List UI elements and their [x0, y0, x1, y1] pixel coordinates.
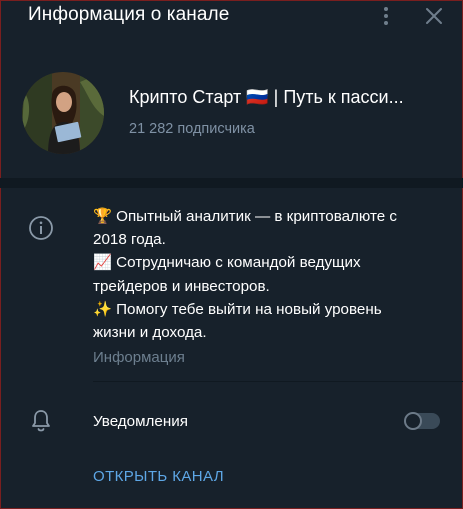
open-channel-button[interactable]: ОТКРЫТЬ КАНАЛ — [93, 468, 224, 485]
channel-name: Крипто Старт 🇷🇺 | Путь к пасси... — [129, 87, 404, 107]
subscriber-count: 21 282 подписчика — [129, 121, 255, 137]
info-icon — [28, 215, 54, 241]
notifications-toggle[interactable] — [404, 412, 440, 430]
panel-title: Информация о канале — [28, 4, 230, 25]
description-line: 🏆 Опытный аналитик — в криптовалюте с — [93, 208, 398, 225]
bell-icon — [30, 408, 52, 434]
close-icon[interactable] — [424, 6, 444, 26]
section-separator — [0, 178, 463, 188]
description-line: трейдеров и инвесторов. — [93, 277, 270, 295]
channel-description: 🏆 Опытный аналитик — в криптовалюте с 20… — [93, 205, 433, 344]
description-line: жизни и дохода. — [93, 324, 207, 342]
panel-header: Информация о канале — [0, 0, 463, 34]
notifications-label: Уведомления — [93, 413, 188, 430]
channel-profile: Крипто Старт 🇷🇺 | Путь к пасси... 21 282… — [0, 60, 463, 170]
description-line: 📈 Сотрудничаю с командой ведущих — [93, 254, 361, 272]
kebab-icon[interactable] — [378, 4, 394, 28]
channel-avatar[interactable] — [22, 72, 104, 154]
row-divider — [93, 381, 463, 382]
toggle-knob — [404, 412, 422, 430]
description-caption: Информация — [93, 349, 185, 366]
description-line: 2018 года. — [93, 231, 166, 249]
description-line: ✨ Помогу тебе выйти на новый уровень — [93, 300, 382, 318]
